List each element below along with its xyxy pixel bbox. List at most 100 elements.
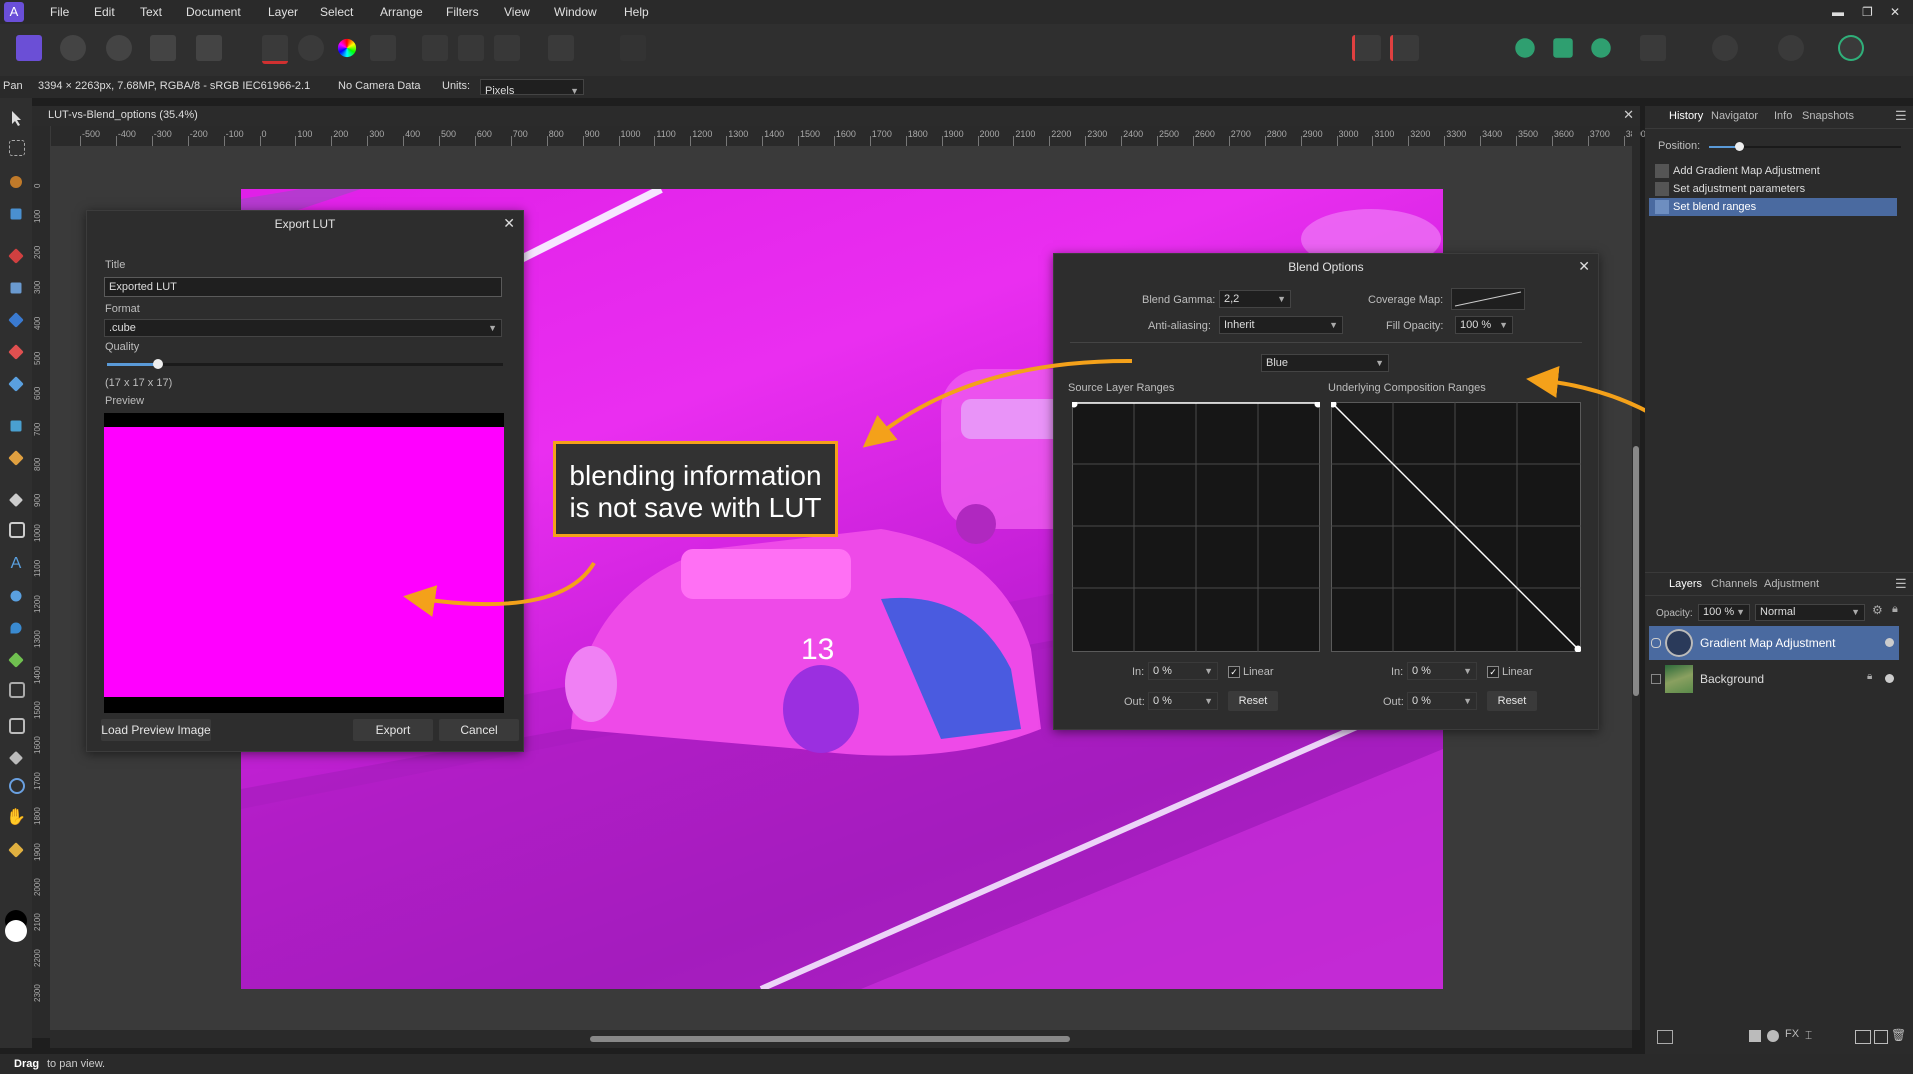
menu-layer[interactable]: Layer: [268, 0, 298, 24]
format-select[interactable]: .cube ▼: [104, 319, 502, 337]
source-range-end-node[interactable]: [1314, 402, 1321, 408]
auto-contrast-icon[interactable]: [298, 35, 324, 61]
layer-thumbnails-icon[interactable]: [1657, 1030, 1673, 1044]
group-layers-icon[interactable]: [1855, 1030, 1871, 1044]
menu-filters[interactable]: Filters: [446, 0, 479, 24]
perspective-tool-icon[interactable]: [9, 682, 25, 698]
underlying-in-field[interactable]: 0 % ▼: [1407, 662, 1477, 680]
adjustment-layer-icon[interactable]: [1767, 1030, 1779, 1042]
fill-opacity-select[interactable]: 100 % ▼: [1455, 316, 1513, 334]
history-item[interactable]: Set adjustment parameters: [1649, 180, 1897, 198]
blend-gamma-select[interactable]: 2,2 ▼: [1219, 290, 1291, 308]
panel-menu-icon[interactable]: ☰: [1895, 108, 1907, 124]
add-layer-icon[interactable]: [1874, 1030, 1888, 1044]
quality-slider[interactable]: [107, 359, 503, 369]
underlying-composition-ranges-graph[interactable]: [1331, 402, 1581, 652]
tab-adjustment[interactable]: Adjustment: [1764, 578, 1819, 590]
tab-layers[interactable]: Layers: [1669, 578, 1702, 590]
source-linear-checkbox[interactable]: ✓: [1228, 664, 1240, 678]
anti-aliasing-select[interactable]: Inherit ▼: [1219, 316, 1343, 334]
colour-picker-icon[interactable]: [8, 750, 24, 766]
snapping-icon[interactable]: [1352, 35, 1381, 61]
blend-mode-select[interactable]: Normal ▼: [1755, 604, 1865, 621]
zoom-tool-icon[interactable]: [9, 778, 25, 794]
measure-tool-icon[interactable]: [8, 842, 24, 858]
assistant-icon[interactable]: [620, 35, 646, 61]
menu-file[interactable]: File: [50, 0, 69, 24]
load-preview-image-button[interactable]: Load Preview Image: [101, 719, 211, 741]
deselect-icon[interactable]: [458, 35, 484, 61]
units-select[interactable]: Pixels ▼: [480, 79, 584, 97]
boolean-intersect-icon[interactable]: [1591, 38, 1611, 58]
mask-layer-icon[interactable]: [1749, 1030, 1761, 1042]
liquify-persona-icon[interactable]: [60, 35, 86, 61]
guides-icon[interactable]: [1390, 35, 1419, 61]
layer-expand-icon[interactable]: [1651, 674, 1661, 684]
history-item-selected[interactable]: Set blend ranges: [1649, 198, 1897, 216]
levels-icon[interactable]: [262, 35, 288, 64]
vertical-scrollbar[interactable]: [1632, 126, 1640, 1030]
menu-view[interactable]: View: [504, 0, 530, 24]
source-range-start-node[interactable]: [1072, 402, 1078, 408]
export-button[interactable]: Export: [353, 719, 433, 741]
healing-brush-icon[interactable]: [8, 450, 24, 466]
panel-menu-icon[interactable]: ☰: [1895, 576, 1907, 592]
source-reset-button[interactable]: Reset: [1228, 691, 1278, 711]
selection-mode-icon[interactable]: [422, 35, 448, 61]
dodge-brush-icon[interactable]: [8, 312, 24, 328]
clone-brush-icon[interactable]: [10, 282, 22, 294]
history-position-slider[interactable]: [1709, 142, 1901, 151]
layer-settings-gear-icon[interactable]: ⚙: [1872, 603, 1883, 617]
tone-mapping-persona-icon[interactable]: [150, 35, 176, 61]
view-tool-hand-icon[interactable]: ✋: [6, 808, 26, 828]
boolean-subtract-icon[interactable]: [1553, 38, 1573, 58]
account-icon[interactable]: [1838, 35, 1864, 61]
pen-tool-icon[interactable]: [8, 492, 24, 508]
rectangle-tool-icon[interactable]: [9, 522, 25, 538]
affinity-photo-logo-icon[interactable]: A: [4, 2, 24, 22]
paint-brush-icon[interactable]: [8, 248, 24, 264]
blur-brush-icon[interactable]: [10, 622, 22, 634]
minimize-icon[interactable]: ▬: [1832, 0, 1844, 24]
horizontal-scrollbar[interactable]: [50, 1030, 1632, 1048]
quality-slider-knob[interactable]: [153, 359, 164, 369]
export-persona-icon[interactable]: [196, 35, 222, 61]
erase-brush-icon[interactable]: [8, 344, 24, 360]
channel-select[interactable]: Blue ▼: [1261, 354, 1389, 372]
vertical-scroll-thumb[interactable]: [1633, 446, 1639, 696]
layer-expand-icon[interactable]: [1651, 638, 1661, 648]
horizontal-scroll-thumb[interactable]: [590, 1036, 1070, 1042]
source-layer-ranges-graph[interactable]: [1072, 402, 1320, 652]
mesh-warp-icon[interactable]: [10, 590, 22, 602]
marquee-tool-icon[interactable]: [9, 140, 25, 156]
flood-select-icon[interactable]: [10, 208, 22, 220]
layer-row[interactable]: Background 🔒︎: [1649, 662, 1899, 696]
tab-navigator[interactable]: Navigator: [1711, 110, 1758, 122]
layer-visibility-icon[interactable]: [1885, 674, 1894, 683]
restore-icon[interactable]: ❐: [1862, 0, 1873, 24]
boolean-add-icon[interactable]: [1515, 38, 1535, 58]
tab-snapshots[interactable]: Snapshots: [1802, 110, 1854, 122]
document-tab[interactable]: LUT-vs-Blend_options (35.4%) ✕: [32, 106, 1640, 126]
blend-options-close-icon[interactable]: ✕: [1578, 258, 1590, 275]
menu-window[interactable]: Window: [554, 0, 597, 24]
coverage-map-curve[interactable]: [1451, 288, 1525, 310]
underlying-out-field[interactable]: 0 % ▼: [1407, 692, 1477, 710]
live-filter-icon[interactable]: FX: [1785, 1028, 1799, 1040]
move-tool-icon[interactable]: [6, 108, 26, 128]
tab-history[interactable]: History: [1669, 110, 1703, 122]
layer-visibility-icon[interactable]: [1885, 638, 1894, 647]
fill-tool-icon[interactable]: [10, 420, 22, 432]
tab-info[interactable]: Info: [1774, 110, 1792, 122]
menu-select[interactable]: Select: [320, 0, 353, 24]
export-lut-close-icon[interactable]: ✕: [503, 215, 515, 232]
menu-edit[interactable]: Edit: [94, 0, 115, 24]
snapping-magnet-icon[interactable]: [1712, 35, 1738, 61]
menu-arrange[interactable]: Arrange: [380, 0, 423, 24]
menu-document[interactable]: Document: [186, 0, 241, 24]
invert-selection-icon[interactable]: [494, 35, 520, 61]
layer-lock-icon[interactable]: 🔒︎: [1867, 671, 1872, 682]
source-out-field[interactable]: 0 % ▼: [1148, 692, 1218, 710]
menu-help[interactable]: Help: [624, 0, 649, 24]
quick-mask-icon[interactable]: [548, 35, 574, 61]
